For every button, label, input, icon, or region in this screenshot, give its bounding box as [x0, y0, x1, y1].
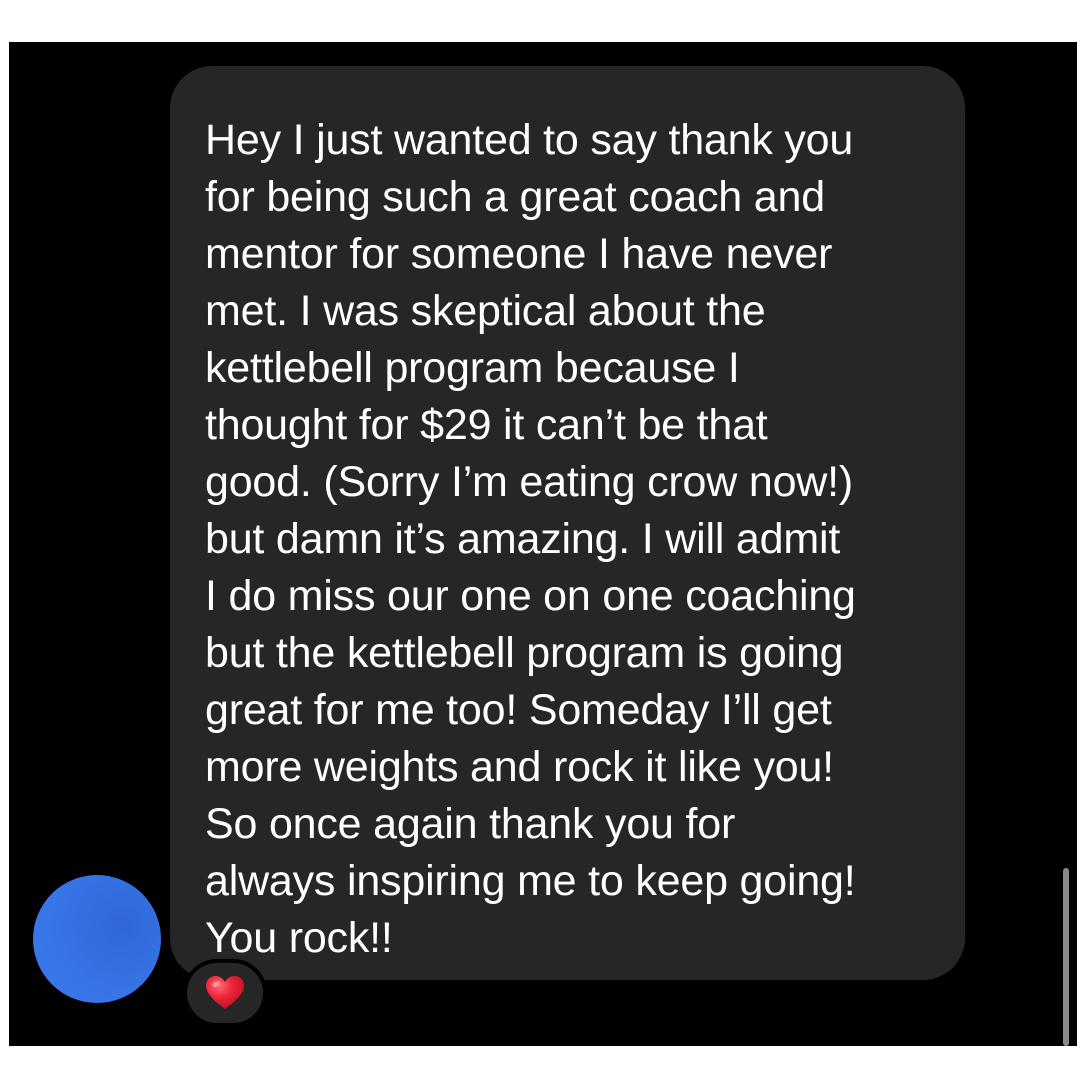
- chat-thread[interactable]: Hey I just wanted to say thank you for b…: [9, 42, 1077, 1046]
- red-heart-icon: [206, 976, 244, 1009]
- sender-avatar[interactable]: [33, 875, 161, 1003]
- scrollbar[interactable]: [1063, 868, 1069, 1046]
- reaction-badge[interactable]: [183, 959, 267, 1027]
- message-text: Hey I just wanted to say thank you for b…: [205, 116, 856, 962]
- message-bubble[interactable]: Hey I just wanted to say thank you for b…: [170, 66, 965, 980]
- screenshot-frame: Hey I just wanted to say thank you for b…: [0, 0, 1080, 1080]
